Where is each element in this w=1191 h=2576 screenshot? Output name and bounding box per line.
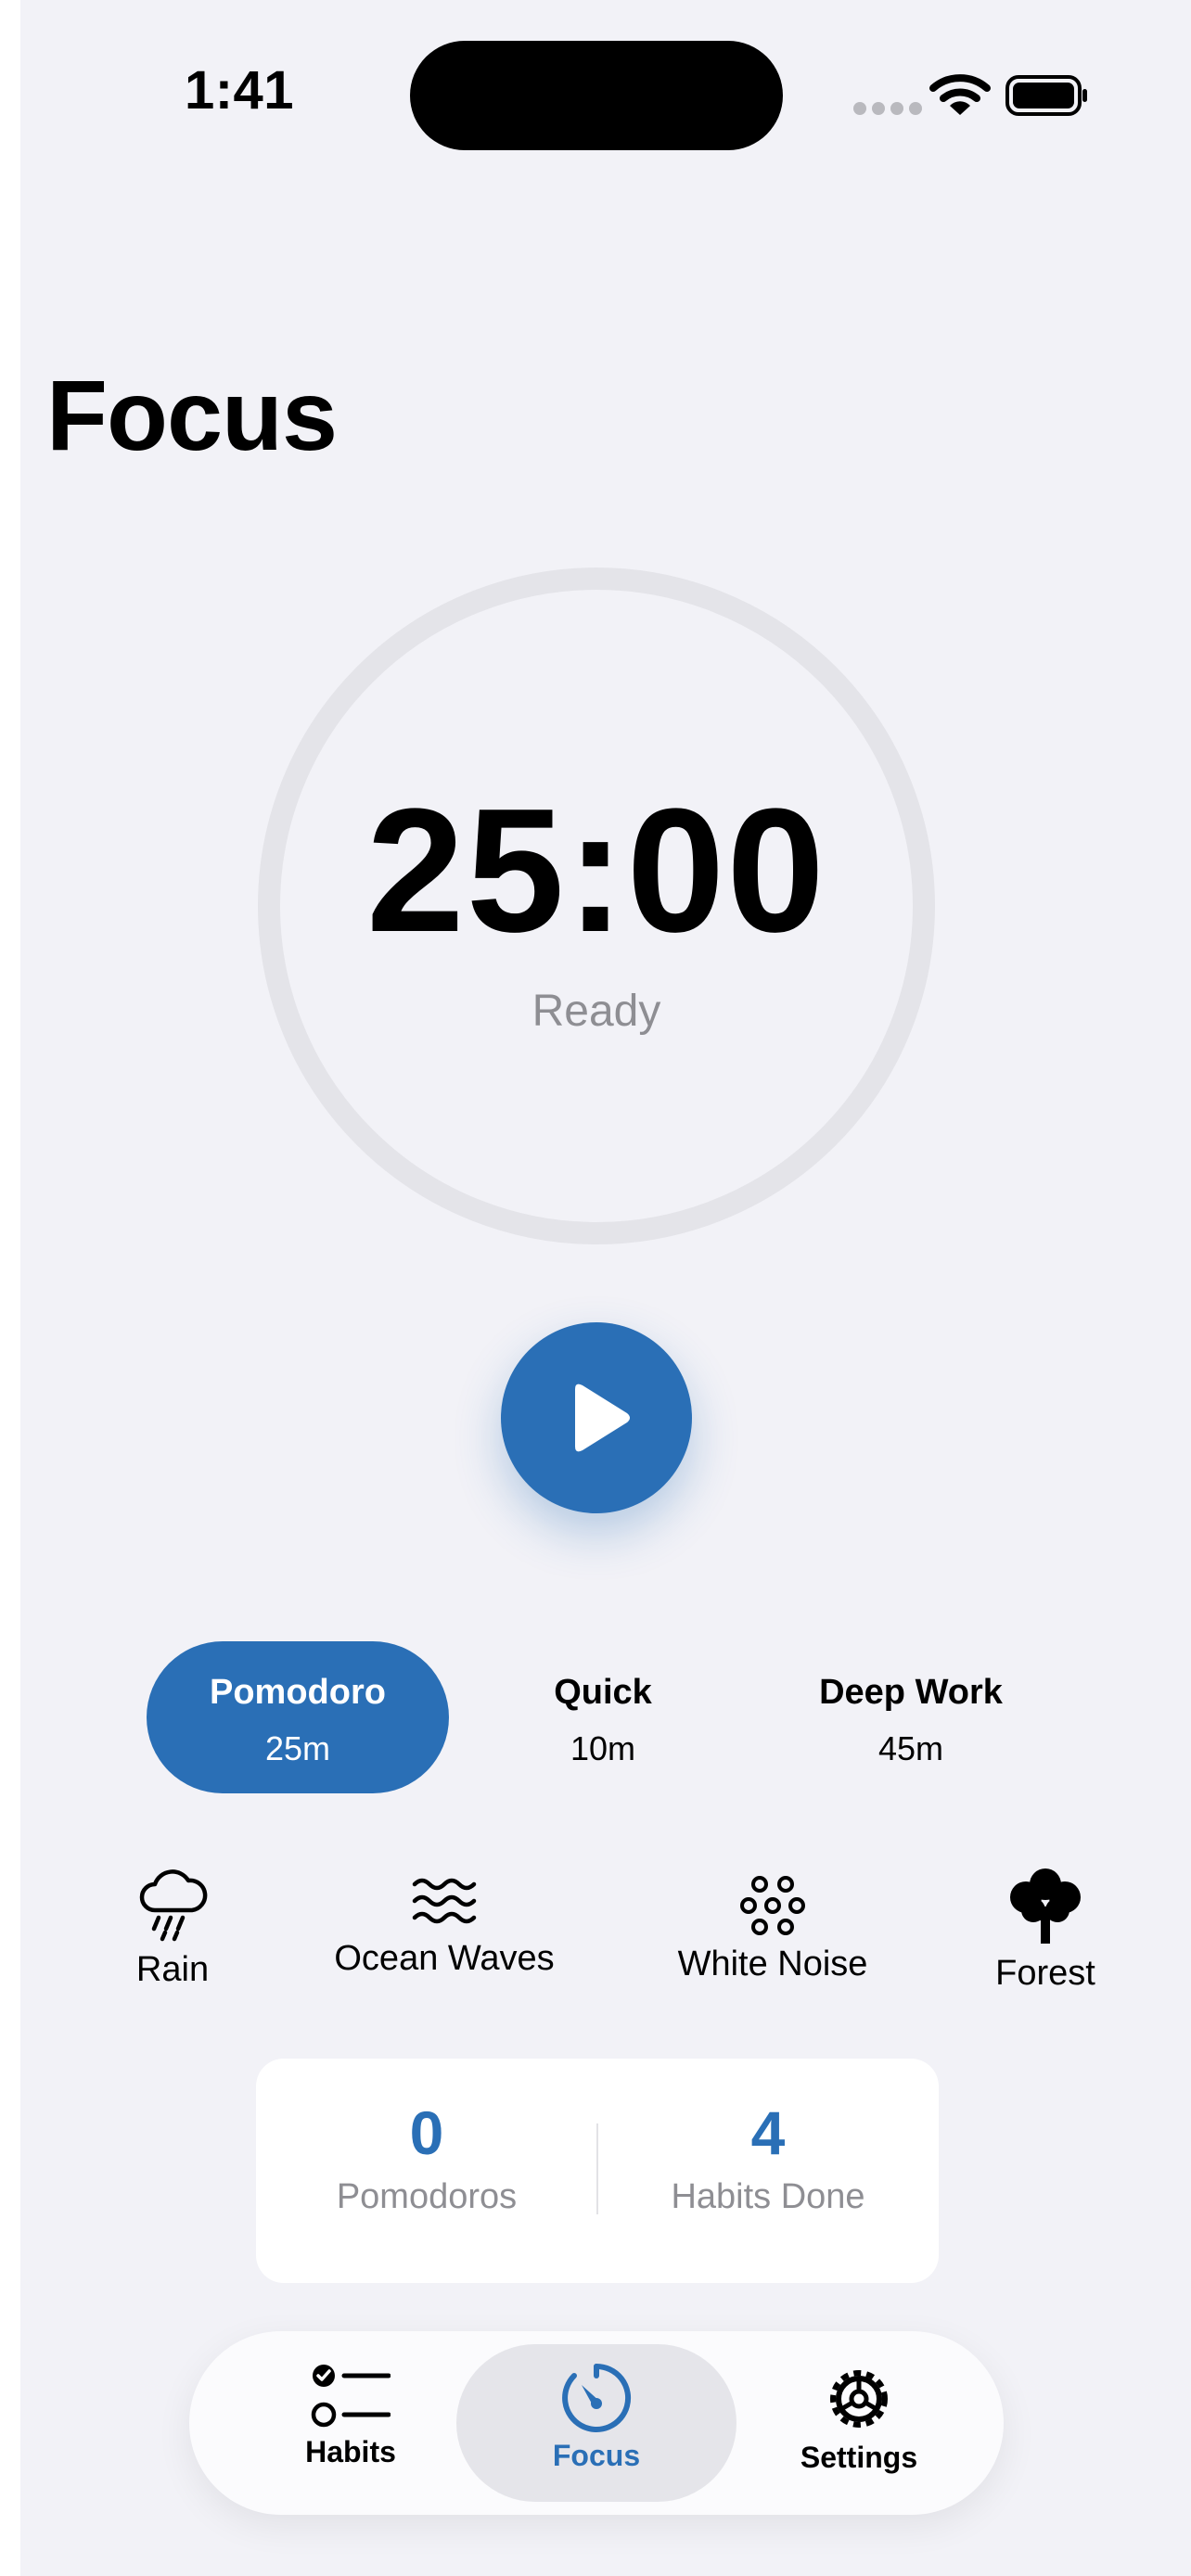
sound-label: White Noise (677, 1945, 868, 1983)
stat-label: Pomodoros (336, 2177, 518, 2216)
checklist-icon (311, 2365, 391, 2428)
tab-focus[interactable]: Focus (456, 2344, 736, 2502)
waves-icon (412, 1878, 477, 1924)
stat-habits-done: 4 Habits Done (597, 2059, 939, 2283)
stat-label: Habits Done (671, 2177, 865, 2216)
circles-grid-icon (740, 1876, 805, 1935)
tab-bar: Habits Focus Settings (189, 2331, 1004, 2515)
preset-duration: 25m (264, 1729, 331, 1767)
stat-value: 4 (750, 2098, 786, 2167)
preset-duration: 10m (570, 1729, 636, 1767)
tab-label: Habits (305, 2435, 396, 2468)
stat-value: 0 (409, 2098, 444, 2167)
tab-label: Focus (552, 2439, 641, 2472)
sound-rain[interactable]: Rain (98, 1866, 247, 1990)
tab-settings[interactable]: Settings (757, 2344, 961, 2502)
timer-status: Ready (531, 987, 661, 1036)
sound-label: Forest (995, 1954, 1095, 1993)
preset-pomodoro[interactable]: Pomodoro 25m (147, 1641, 449, 1793)
wifi-icon (929, 74, 991, 115)
tab-habits[interactable]: Habits (258, 2344, 443, 2502)
play-button[interactable] (501, 1322, 692, 1513)
preset-name: Pomodoro (210, 1673, 386, 1712)
cloud-rain-icon (139, 1869, 208, 1942)
sound-white-noise[interactable]: White Noise (647, 1875, 898, 1984)
play-icon (575, 1384, 630, 1452)
sound-label: Rain (135, 1950, 210, 1989)
focus-screen: 1:41 Focus 25:00 Ready Pomodoro 25m Quic… (20, 0, 1191, 2576)
tree-icon (1010, 1868, 1081, 1944)
sound-label: Ocean Waves (334, 1939, 555, 1978)
preset-name: Quick (554, 1673, 652, 1712)
dynamic-island (410, 41, 783, 150)
preset-quick[interactable]: Quick 10m (492, 1641, 714, 1793)
timer-display: 25:00 (366, 772, 826, 969)
tab-label: Settings (800, 2441, 918, 2474)
gear-icon (830, 2370, 888, 2428)
status-time: 1:41 (184, 60, 295, 121)
stats-card: 0 Pomodoros 4 Habits Done (256, 2059, 939, 2283)
sound-forest[interactable]: Forest (957, 1866, 1133, 1994)
stat-pomodoros: 0 Pomodoros (256, 2059, 597, 2283)
timer-icon (562, 2364, 632, 2432)
preset-name: Deep Work (819, 1673, 1003, 1712)
page-title: Focus (46, 359, 338, 471)
preset-deep-work[interactable]: Deep Work 45m (762, 1641, 1059, 1793)
cellular-signal-icon (853, 102, 922, 115)
preset-duration: 45m (877, 1729, 944, 1767)
sound-ocean-waves[interactable]: Ocean Waves (310, 1873, 579, 1979)
battery-icon (1005, 75, 1087, 116)
